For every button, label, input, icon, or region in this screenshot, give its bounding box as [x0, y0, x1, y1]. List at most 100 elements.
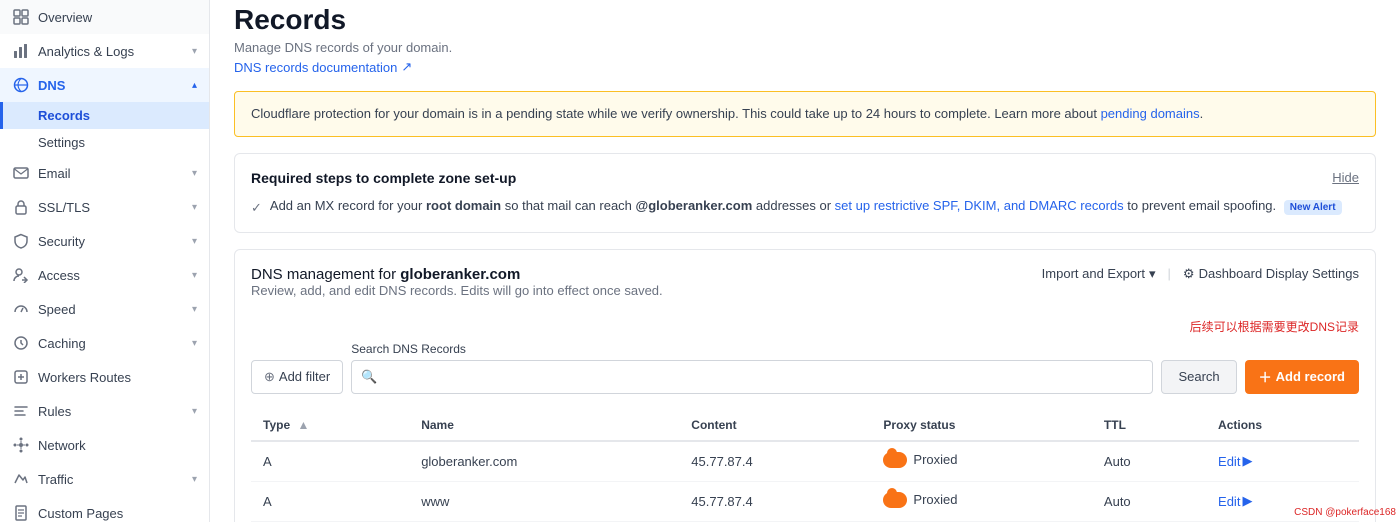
sidebar-item-dns[interactable]: DNS ▴ [0, 68, 209, 102]
add-filter-button[interactable]: ⊕ Add filter [251, 360, 343, 394]
edit-arrow-icon: ▶ [1242, 453, 1252, 469]
search-icon: 🔍 [361, 369, 377, 385]
gear-icon: ⚙ [1183, 266, 1195, 282]
sidebar-item-custom-pages[interactable]: Custom Pages [0, 496, 209, 522]
search-input-wrapper: Search DNS Records 🔍 [351, 342, 1153, 394]
shield-icon [12, 232, 30, 250]
chevron-up-icon: ▴ [192, 80, 197, 91]
search-label: Search DNS Records [351, 342, 1153, 356]
sidebar-item-security-label: Security [38, 234, 85, 249]
search-input-container: 🔍 [351, 360, 1153, 394]
sidebar-item-workers-routes-label: Workers Routes [38, 370, 131, 385]
sort-icon: ▲ [297, 418, 309, 432]
cell-content-2: 45.77.87.4 [679, 481, 871, 521]
pending-domains-link[interactable]: pending domains [1101, 106, 1200, 121]
table-row: A globeranker.com 45.77.87.4 Proxied Aut… [251, 441, 1359, 482]
sidebar-item-rules[interactable]: Rules ▾ [0, 394, 209, 428]
sidebar-item-workers-routes[interactable]: Workers Routes [0, 360, 209, 394]
sidebar-item-ssl-tls[interactable]: SSL/TLS ▾ [0, 190, 209, 224]
plus-icon: ＋ [1259, 367, 1272, 386]
col-ttl: TTL [1092, 410, 1206, 441]
import-export-label: Import and Export [1042, 266, 1145, 281]
sidebar-item-speed[interactable]: Speed ▾ [0, 292, 209, 326]
chevron-down-icon: ▾ [192, 46, 197, 57]
chevron-down-icon: ▾ [192, 304, 197, 315]
sidebar-subitem-settings[interactable]: Settings [0, 129, 209, 156]
pending-state-alert: Cloudflare protection for your domain is… [234, 91, 1376, 137]
dns-mgmt-subtitle: Review, add, and edit DNS records. Edits… [251, 283, 663, 298]
spf-dkim-dmarc-link[interactable]: set up restrictive SPF, DKIM, and DMARC … [835, 198, 1124, 213]
chevron-down-icon: ▾ [192, 406, 197, 417]
sidebar-item-email[interactable]: Email ▾ [0, 156, 209, 190]
proxy-label-1: Proxied [913, 452, 957, 467]
step-text-before: Add an MX record for your [270, 198, 422, 213]
cell-type-1: A [251, 441, 409, 482]
dns-mgmt-header: DNS management for globeranker.com Revie… [251, 266, 1359, 314]
cell-type-2: A [251, 481, 409, 521]
new-alert-badge: New Alert [1284, 200, 1342, 215]
dropdown-icon: ▾ [1149, 266, 1156, 282]
search-input[interactable] [351, 360, 1153, 394]
sidebar-item-rules-label: Rules [38, 404, 71, 419]
lock-icon [12, 198, 30, 216]
import-export-button[interactable]: Import and Export ▾ [1042, 266, 1156, 282]
sidebar-item-traffic[interactable]: Traffic ▾ [0, 462, 209, 496]
add-record-button[interactable]: ＋ Add record [1245, 360, 1359, 394]
check-icon: ✓ [251, 200, 262, 216]
traffic-icon [12, 470, 30, 488]
zone-setup-section: Required steps to complete zone set-up H… [234, 153, 1376, 233]
grid-icon [12, 8, 30, 26]
cell-proxy-2: Proxied [871, 481, 1092, 521]
watermark: CSDN @pokerface168 [1294, 507, 1396, 518]
alert-message: Cloudflare protection for your domain is… [251, 106, 1097, 121]
sidebar-item-dns-label: DNS [38, 78, 65, 93]
dashboard-settings-button[interactable]: ⚙ Dashboard Display Settings [1183, 266, 1359, 282]
doc-link-text: DNS records documentation [234, 60, 397, 75]
cell-content-1: 45.77.87.4 [679, 441, 871, 482]
sidebar-subitem-records[interactable]: Records [0, 102, 209, 129]
add-record-label: Add record [1276, 369, 1345, 384]
search-add-row: ⊕ Add filter Search DNS Records 🔍 Search… [251, 339, 1359, 394]
chevron-down-icon: ▾ [192, 168, 197, 179]
edit-arrow-icon-2: ▶ [1242, 493, 1252, 509]
col-name: Name [409, 410, 679, 441]
hide-button[interactable]: Hide [1332, 170, 1359, 185]
sidebar-item-overview[interactable]: Overview [0, 0, 209, 34]
annotation-text: 后续可以根据需要更改DNS记录 [251, 318, 1359, 335]
edit-link-1[interactable]: Edit ▶ [1218, 453, 1347, 469]
cell-proxy-1: Proxied [871, 441, 1092, 482]
main-content: Records Manage DNS records of your domai… [210, 0, 1400, 522]
zone-step: ✓ Add an MX record for your root domain … [251, 198, 1359, 216]
step-bold-email: @globeranker.com [636, 198, 753, 213]
dns-table: Type ▲ Name Content Proxy status TTL Act… [251, 410, 1359, 522]
sidebar-item-caching[interactable]: Caching ▾ [0, 326, 209, 360]
search-button[interactable]: Search [1161, 360, 1236, 394]
chart-icon [12, 42, 30, 60]
col-content: Content [679, 410, 871, 441]
cell-actions-1: Edit ▶ [1206, 441, 1359, 482]
chevron-down-icon: ▾ [192, 202, 197, 213]
sidebar-subitem-settings-label: Settings [38, 135, 85, 150]
sidebar-item-network[interactable]: Network [0, 428, 209, 462]
sidebar-item-overview-label: Overview [38, 10, 92, 25]
speed-icon [12, 300, 30, 318]
proxy-label-2: Proxied [913, 492, 957, 507]
col-proxy-status: Proxy status [871, 410, 1092, 441]
dns-mgmt-title: DNS management for globeranker.com [251, 266, 663, 283]
cell-name-1: globeranker.com [409, 441, 679, 482]
chevron-down-icon: ▾ [192, 474, 197, 485]
sidebar-item-network-label: Network [38, 438, 86, 453]
rules-icon [12, 402, 30, 420]
sidebar-item-speed-label: Speed [38, 302, 76, 317]
chevron-down-icon: ▾ [192, 236, 197, 247]
cloud-orange-icon-2 [883, 492, 907, 508]
sidebar-item-security[interactable]: Security ▾ [0, 224, 209, 258]
doc-link[interactable]: DNS records documentation ↗ [234, 59, 412, 75]
sidebar-item-analytics-logs[interactable]: Analytics & Logs ▾ [0, 34, 209, 68]
sidebar-item-access[interactable]: Access ▾ [0, 258, 209, 292]
chevron-down-icon: ▾ [192, 338, 197, 349]
sidebar-item-analytics-logs-label: Analytics & Logs [38, 44, 134, 59]
step-text-mid: so that mail can reach [505, 198, 632, 213]
proxy-status-indicator: Proxied [883, 452, 957, 468]
dashboard-settings-label: Dashboard Display Settings [1199, 266, 1359, 281]
